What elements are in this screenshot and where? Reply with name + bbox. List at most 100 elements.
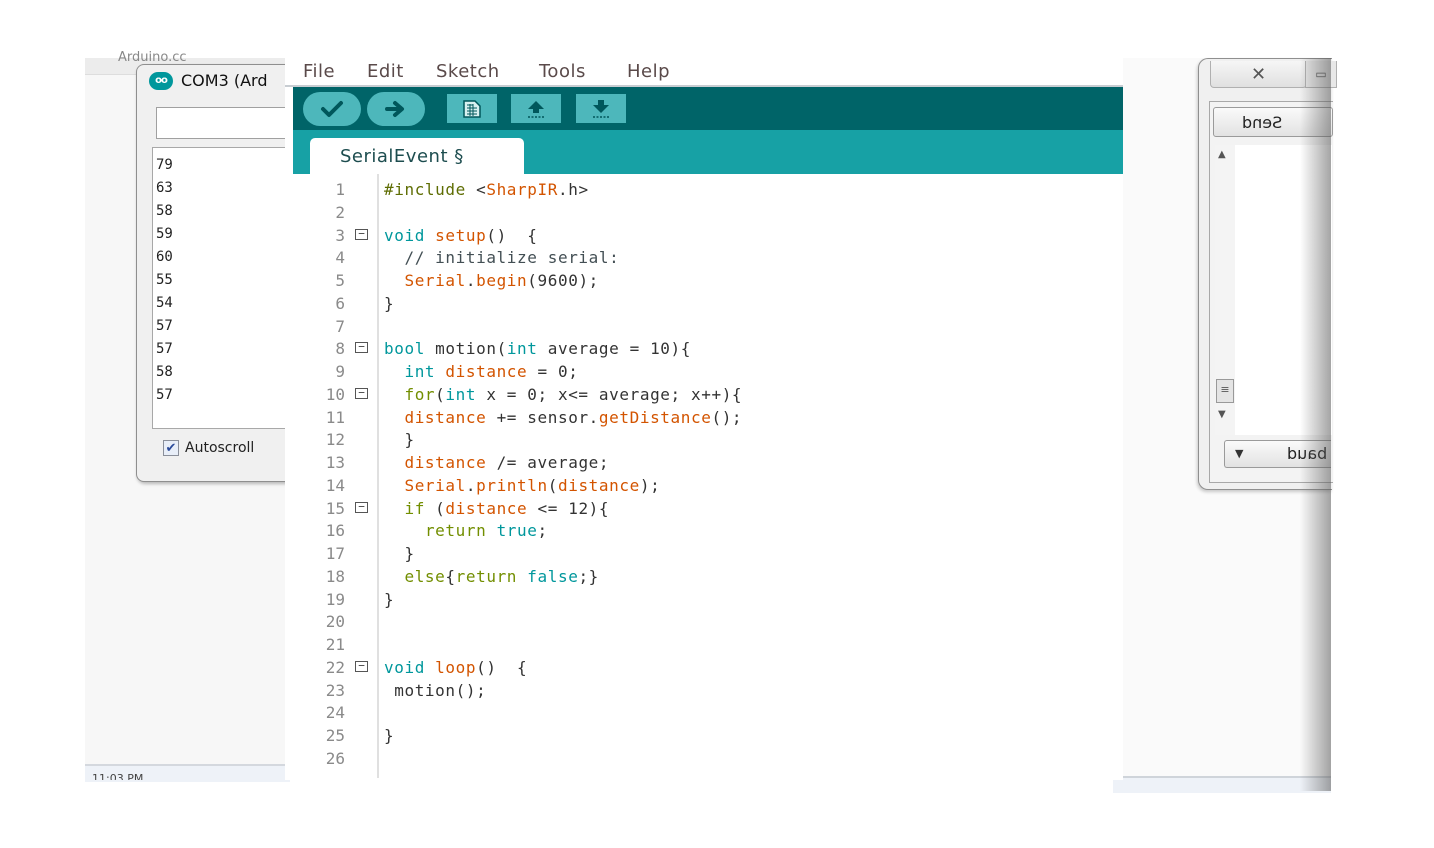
code-text: // initialize serial: [384, 246, 619, 269]
serial-monitor-title: COM3 (Ard [181, 71, 268, 90]
fold-collapse-icon[interactable]: − [355, 387, 368, 399]
serial-output-line: 58 [156, 203, 173, 219]
code-line: 21 [293, 633, 1123, 656]
autoscroll-label: Autoscroll [185, 440, 255, 456]
serial-monitor-titlebar: oo COM3 (Ard [149, 71, 267, 90]
dropdown-arrow-icon: ▼ [1235, 447, 1244, 460]
line-number: 12 [325, 430, 345, 450]
serial-output-line: 79 [156, 157, 173, 173]
verify-button[interactable] [303, 92, 361, 126]
scroll-down-arrow-icon[interactable]: ▼ [1218, 409, 1226, 420]
close-button[interactable]: ✕ [1210, 61, 1307, 88]
code-line: 3− void setup() { [293, 224, 1123, 247]
code-editor[interactable]: 1 #include <SharpIR.h> 2 3− void setup() {4 … [293, 174, 1123, 780]
fold-collapse-icon[interactable]: − [355, 501, 368, 513]
code-token: int [506, 339, 538, 359]
code-token: .h> [557, 180, 589, 199]
code-text: distance /= average; [384, 451, 609, 474]
scroll-up-arrow-icon[interactable]: ▲ [1218, 149, 1226, 160]
scrollbar-thumb[interactable]: ≡ [1216, 379, 1234, 403]
line-number: 19 [325, 589, 345, 609]
taskbar-right [1113, 776, 1331, 793]
fold-collapse-icon[interactable]: − [355, 660, 368, 672]
serial-output-line: 57 [156, 387, 173, 403]
code-token: bool [384, 339, 425, 359]
code-token: println [476, 475, 548, 495]
code-line: 13 distance /= average; [293, 451, 1123, 474]
serial-output-line: 63 [156, 180, 173, 196]
code-text: void loop() { [384, 656, 527, 679]
tab-bar: SerialEvent § [293, 130, 1123, 174]
checkbox-checked-icon[interactable]: ✔ [163, 440, 179, 456]
upload-button[interactable] [367, 92, 425, 126]
code-token: { [445, 566, 456, 586]
code-token: distance [557, 475, 640, 495]
send-label: Send [1242, 112, 1283, 132]
code-token: . [465, 271, 477, 290]
close-icon: ✕ [1250, 63, 1267, 85]
vertical-scrollbar[interactable]: ▲ ≡ ▼ [1215, 145, 1236, 435]
line-number: 8 [335, 339, 345, 359]
menu-help[interactable]: Help [627, 61, 670, 82]
serial-output-line: 58 [156, 364, 173, 380]
code-token: average = 10){ [537, 339, 692, 359]
code-text: Serial.begin(9600); [384, 269, 599, 292]
code-token: if [404, 498, 425, 518]
toolbar [293, 87, 1123, 130]
open-button[interactable] [511, 94, 561, 123]
line-number: 16 [325, 521, 345, 541]
code-text: } [384, 292, 394, 315]
new-sketch-button[interactable] [447, 94, 497, 123]
code-token: ( [547, 475, 558, 495]
code-token: false [527, 566, 579, 586]
code-token: for [404, 384, 436, 404]
code-text: Serial.println(distance); [384, 474, 660, 497]
code-text: else{return false;} [384, 565, 599, 588]
code-token: Serial [404, 475, 466, 495]
menu-edit[interactable]: Edit [367, 61, 404, 82]
line-number: 21 [325, 635, 345, 654]
menu-file[interactable]: File [303, 61, 335, 82]
line-number: 7 [335, 316, 345, 336]
line-number: 9 [335, 362, 345, 381]
code-token: distance [445, 498, 528, 518]
open-up-arrow-icon [528, 100, 544, 118]
code-text: } [384, 428, 415, 451]
line-number: 15 [325, 498, 345, 518]
serial-output-line: 57 [156, 318, 173, 334]
code-token: loop [435, 657, 477, 677]
code-token: int [445, 384, 477, 404]
tab-serialevent[interactable]: SerialEvent § [310, 138, 524, 174]
save-button[interactable] [576, 94, 626, 123]
fold-collapse-icon[interactable]: − [355, 341, 368, 354]
code-token: true [496, 521, 538, 541]
serial-output-area[interactable]: 79 63 58 59 60 55 54 57 57 58 57 [152, 147, 297, 429]
code-token: x = 0; x<= average; x++){ [476, 384, 743, 404]
serial-monitor-window: oo COM3 (Ard 79 63 58 59 60 55 54 57 57 58 57 ✔ Au… [136, 64, 298, 482]
code-line: 7 [293, 315, 1123, 338]
code-token: . [465, 475, 477, 495]
menu-tools[interactable]: Tools [539, 61, 586, 82]
code-token: } [384, 544, 415, 563]
autoscroll-checkbox[interactable]: ✔ Autoscroll [163, 440, 254, 456]
code-token: setup [435, 225, 487, 245]
code-token: = 0; [527, 362, 579, 381]
line-number: 17 [325, 544, 345, 563]
code-text: void setup() { [384, 224, 538, 247]
code-token: <= 12){ [527, 498, 610, 518]
menu-sketch[interactable]: Sketch [436, 61, 500, 82]
serial-output-line: 54 [156, 295, 173, 311]
code-token: } [384, 293, 395, 313]
code-line: 24 [293, 701, 1123, 724]
fold-collapse-icon[interactable]: − [355, 228, 368, 240]
code-line: 5 Serial.begin(9600); [293, 269, 1123, 292]
code-token: SharpIR [486, 180, 558, 199]
code-line: 16 return true; [293, 519, 1123, 542]
code-line: 9 int distance = 0; [293, 360, 1123, 383]
serial-send-input[interactable] [156, 107, 297, 139]
